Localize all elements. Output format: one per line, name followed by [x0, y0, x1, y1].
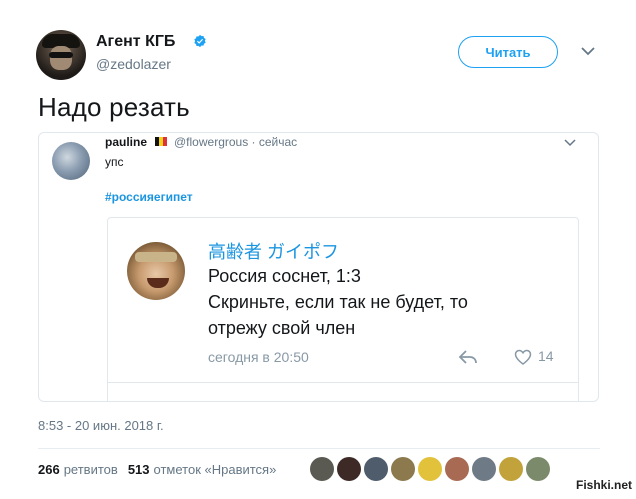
liker-avatar[interactable] — [499, 457, 523, 481]
retweet-label[interactable]: ретвитов — [64, 462, 118, 477]
author-avatar[interactable] — [36, 30, 86, 80]
chevron-down-icon[interactable] — [564, 138, 576, 148]
tweet-stats: 266 ретвитов 513 отметок «Нравится» — [38, 462, 276, 477]
liker-avatar[interactable] — [472, 457, 496, 481]
retweet-count[interactable]: 266 — [38, 462, 60, 477]
liker-avatar[interactable] — [364, 457, 388, 481]
liker-avatar[interactable] — [418, 457, 442, 481]
divider — [108, 382, 578, 383]
quoted-text: упс — [105, 155, 124, 169]
tweet-text: Надо резать — [38, 92, 190, 122]
chevron-down-icon[interactable] — [578, 42, 598, 60]
liker-avatar[interactable] — [445, 457, 469, 481]
like-count[interactable]: 513 — [128, 462, 150, 477]
quoted-tweet[interactable]: pauline @flowergrous · сейчас упс #росси… — [38, 132, 599, 402]
inner-text-line: отрежу свой член — [208, 318, 356, 338]
verified-icon — [194, 34, 206, 48]
likers-avatars[interactable] — [310, 457, 550, 481]
liker-avatar[interactable] — [526, 457, 550, 481]
quoted-meta: @flowergrous · сейчас — [174, 135, 298, 149]
liker-avatar[interactable] — [310, 457, 334, 481]
quoted-name[interactable]: pauline — [105, 135, 147, 149]
watermark: Fishki.net — [576, 478, 633, 492]
liker-avatar[interactable] — [337, 457, 361, 481]
inner-name[interactable]: 高齢者 ガイポフ — [208, 238, 339, 264]
heart-icon[interactable] — [514, 349, 532, 365]
author-name[interactable]: Агент КГБ — [96, 33, 175, 51]
author-handle[interactable]: @zedolazer — [96, 56, 171, 72]
follow-button[interactable]: Читать — [458, 36, 558, 68]
tweet-timestamp[interactable]: 8:53 - 20 июн. 2018 г. — [38, 418, 164, 433]
inner-like-count: 14 — [538, 348, 554, 364]
belgium-flag-icon — [155, 137, 167, 146]
inner-avatar[interactable] — [127, 242, 185, 300]
quoted-avatar[interactable] — [52, 142, 90, 180]
reply-icon[interactable] — [458, 349, 478, 365]
inner-quoted-card[interactable]: 高齢者 ガイポフ Россия соснет, 1:3 Скриньте, ес… — [107, 217, 579, 401]
inner-timestamp: сегодня в 20:50 — [208, 349, 309, 365]
divider — [38, 448, 600, 449]
hashtag-link[interactable]: #россияегипет — [105, 190, 193, 204]
inner-text-line: Скриньте, если так не будет, то — [208, 292, 468, 312]
liker-avatar[interactable] — [391, 457, 415, 481]
like-label[interactable]: отметок «Нравится» — [154, 462, 277, 477]
inner-text-line: Россия соснет, 1:3 — [208, 266, 361, 286]
